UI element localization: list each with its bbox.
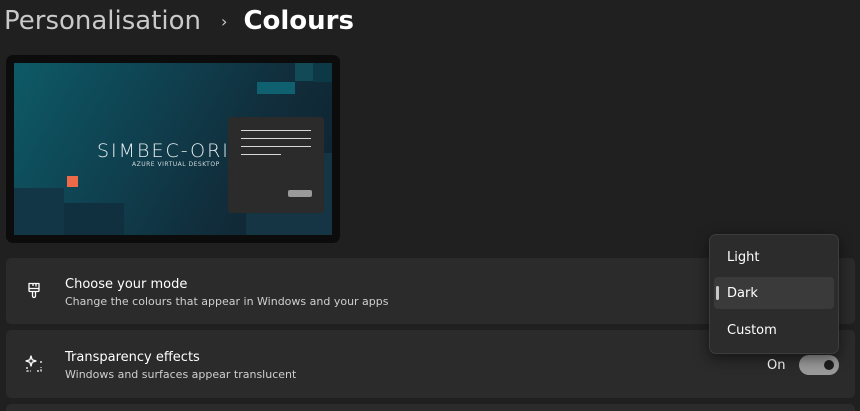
mode-option-custom[interactable]: Custom — [714, 314, 834, 346]
decorative-tile — [295, 63, 313, 81]
selected-indicator — [716, 286, 719, 300]
mode-option-label: Custom — [727, 322, 777, 338]
transparency-description: Windows and surfaces appear translucent — [65, 368, 297, 381]
breadcrumb-personalisation[interactable]: Personalisation — [4, 6, 201, 36]
choose-mode-title: Choose your mode — [65, 277, 188, 292]
next-setting-card[interactable] — [6, 404, 855, 411]
accent-color-square — [67, 176, 78, 187]
wallpaper-brand-text: SIMBEC-ORIC — [97, 140, 246, 162]
page-title: Colours — [243, 6, 354, 36]
sparkle-icon — [24, 354, 44, 374]
transparency-toggle[interactable] — [799, 355, 839, 375]
desktop-preview: SIMBEC-ORIC AZURE VIRTUAL DESKTOP — [14, 63, 332, 235]
wallpaper-brand-subtitle: AZURE VIRTUAL DESKTOP — [132, 161, 220, 168]
mode-dropdown-menu: Light Dark Custom — [709, 234, 839, 354]
preview-window-line — [241, 130, 311, 131]
decorative-tile — [257, 82, 295, 94]
decorative-tile — [313, 63, 332, 82]
paintbrush-icon — [24, 281, 44, 301]
preview-window-line — [241, 154, 281, 155]
breadcrumb: Personalisation › Colours — [4, 3, 354, 39]
mode-option-label: Dark — [727, 285, 758, 301]
mode-option-label: Light — [727, 249, 760, 265]
mode-option-dark[interactable]: Dark — [714, 277, 834, 309]
decorative-tile — [14, 188, 64, 235]
transparency-state-label: On — [767, 358, 786, 373]
decorative-tile — [64, 203, 124, 235]
preview-window — [228, 117, 324, 213]
mode-option-light[interactable]: Light — [714, 241, 834, 273]
preview-window-line — [241, 138, 311, 139]
theme-preview: SIMBEC-ORIC AZURE VIRTUAL DESKTOP — [6, 55, 340, 243]
preview-window-button — [288, 190, 312, 197]
chevron-right-icon: › — [221, 11, 228, 31]
preview-window-line — [241, 146, 311, 147]
toggle-knob — [824, 360, 834, 370]
settings-page: Personalisation › Colours SIMBEC-ORIC AZ… — [0, 0, 860, 411]
transparency-title: Transparency effects — [65, 350, 200, 365]
choose-mode-description: Change the colours that appear in Window… — [65, 295, 389, 308]
